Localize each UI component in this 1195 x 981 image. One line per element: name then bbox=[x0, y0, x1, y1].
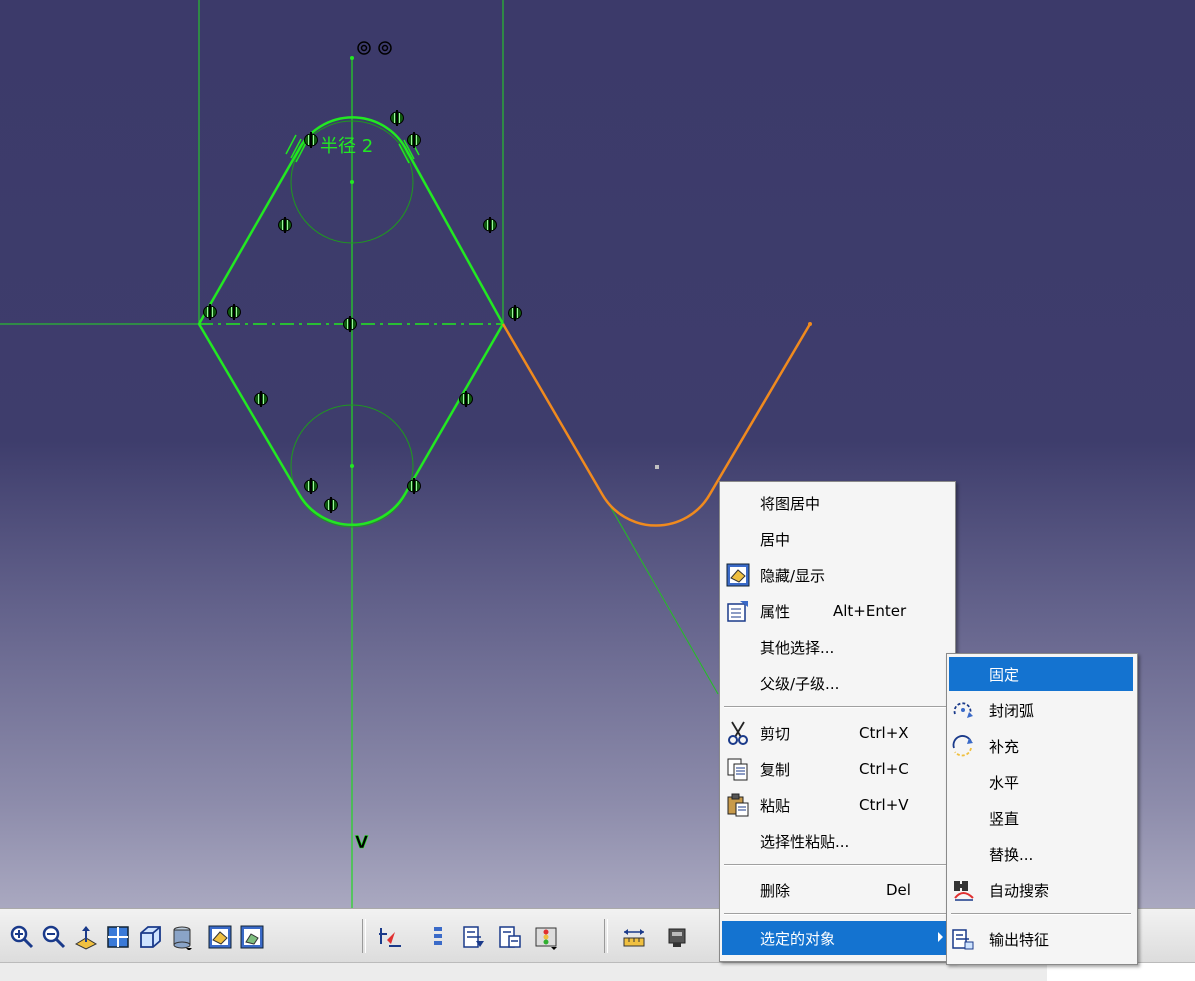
menu-separator bbox=[724, 913, 949, 915]
submenu-arrow-icon bbox=[938, 932, 943, 942]
construction-diagonal[interactable] bbox=[609, 505, 719, 695]
submenu-item-replace[interactable]: 替换... bbox=[949, 837, 1133, 871]
submenu-item-complement[interactable]: 补充 bbox=[949, 729, 1133, 763]
selected-object-submenu: 固定 封闭弧 补充 水平 竖直 替换... 自动搜索 输出特征 bbox=[946, 653, 1138, 965]
sketch-point[interactable] bbox=[655, 465, 659, 469]
constraint-icon[interactable] bbox=[460, 923, 488, 951]
catalog-icon[interactable] bbox=[664, 923, 692, 951]
complement-icon bbox=[951, 734, 975, 758]
menu-item-copy[interactable]: 复制 Ctrl+C bbox=[722, 752, 953, 786]
menu-separator bbox=[724, 864, 949, 866]
menu-separator bbox=[951, 913, 1131, 915]
view-mode-icon[interactable] bbox=[168, 923, 196, 951]
paste-icon bbox=[726, 793, 750, 817]
animate-constraint-icon[interactable] bbox=[532, 923, 560, 951]
status-field bbox=[1047, 963, 1195, 981]
normal-view-icon[interactable] bbox=[72, 923, 100, 951]
measure-icon[interactable] bbox=[620, 923, 648, 951]
properties-icon bbox=[726, 599, 750, 623]
menu-item-other-selection[interactable]: 其他选择... bbox=[722, 630, 953, 664]
submenu-item-vertical[interactable]: 竖直 bbox=[949, 801, 1133, 835]
close-arc-icon bbox=[951, 698, 975, 722]
menu-item-paste-special[interactable]: 选择性粘贴... bbox=[722, 824, 953, 858]
zoom-out-icon[interactable] bbox=[40, 923, 68, 951]
center-point-bottom[interactable] bbox=[350, 464, 354, 468]
isometric-view-icon[interactable] bbox=[136, 923, 164, 951]
submenu-item-fix[interactable]: 固定 bbox=[949, 657, 1133, 691]
radius-constraint-label[interactable]: 半径 2 bbox=[320, 136, 373, 157]
toolbar-separator bbox=[362, 919, 366, 953]
menu-item-hide-show[interactable]: 隐藏/显示 bbox=[722, 558, 953, 592]
auto-search-icon bbox=[951, 878, 975, 902]
axis-top-point[interactable] bbox=[350, 56, 354, 60]
auto-constraint-icon[interactable] bbox=[496, 923, 524, 951]
menu-item-properties[interactable]: 属性 Alt+Enter bbox=[722, 594, 953, 628]
center-point-top[interactable] bbox=[350, 180, 354, 184]
scissors-icon bbox=[726, 721, 750, 745]
hide-show-icon bbox=[726, 563, 750, 587]
menu-item-cut[interactable]: 剪切 Ctrl+X bbox=[722, 716, 953, 750]
constraint-symbols[interactable] bbox=[202, 109, 523, 514]
menu-item-center[interactable]: 居中 bbox=[722, 522, 953, 556]
submenu-item-horizontal[interactable]: 水平 bbox=[949, 765, 1133, 799]
menu-item-selected-object[interactable]: 选定的对象 bbox=[722, 921, 949, 955]
context-menu: 将图居中 居中 隐藏/显示 属性 Alt+Enter 其他选择... 父级/子级… bbox=[719, 481, 956, 962]
menu-item-paste[interactable]: 粘贴 Ctrl+V bbox=[722, 788, 953, 822]
menu-item-center-graph[interactable]: 将图居中 bbox=[722, 486, 953, 520]
curve-end-point[interactable] bbox=[808, 322, 812, 326]
toolbar-separator bbox=[604, 919, 608, 953]
multi-view-icon[interactable] bbox=[104, 923, 132, 951]
zoom-in-icon[interactable] bbox=[8, 923, 36, 951]
menu-item-parents-children[interactable]: 父级/子级... bbox=[722, 666, 953, 700]
sketch-analysis-icon[interactable] bbox=[424, 923, 452, 951]
v-axis-label: V bbox=[355, 833, 369, 853]
submenu-item-auto-search[interactable]: 自动搜索 bbox=[949, 873, 1133, 907]
copy-icon bbox=[726, 757, 750, 781]
menu-separator bbox=[724, 706, 949, 708]
submenu-item-output-feature[interactable]: 输出特征 bbox=[949, 922, 1133, 956]
coincidence-icon bbox=[357, 41, 392, 55]
swap-visible-space-icon[interactable] bbox=[238, 923, 266, 951]
submenu-item-close-arc[interactable]: 封闭弧 bbox=[949, 693, 1133, 727]
hide-show-icon[interactable] bbox=[206, 923, 234, 951]
output-feature-icon bbox=[951, 927, 975, 951]
sketch-solve-status-icon[interactable] bbox=[376, 923, 404, 951]
menu-item-delete[interactable]: 删除 Del bbox=[722, 873, 953, 907]
